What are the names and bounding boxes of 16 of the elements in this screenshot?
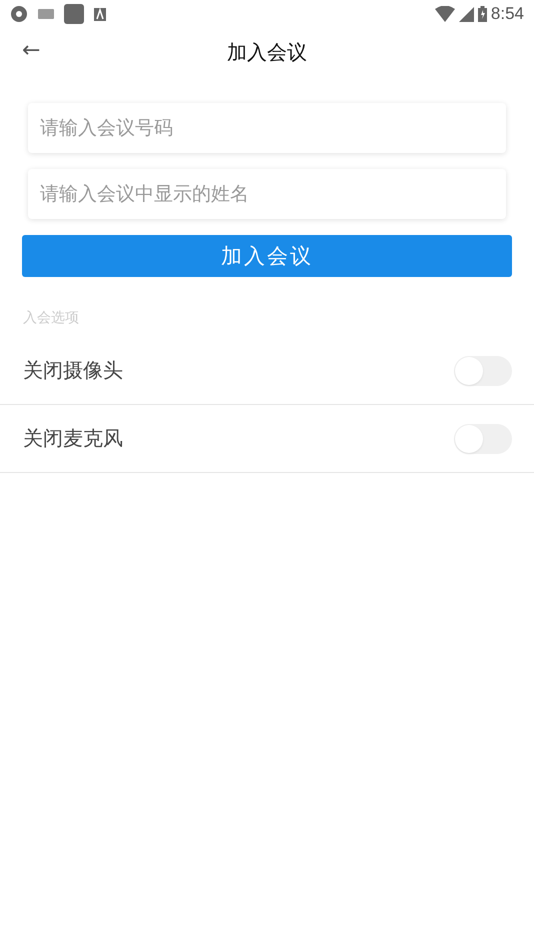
page-title: 加入会议 — [227, 38, 307, 66]
font-icon — [94, 8, 106, 20]
keyboard-icon — [38, 9, 54, 19]
back-button[interactable]: ← — [18, 36, 44, 65]
option-label: 关闭摄像头 — [23, 357, 123, 384]
join-meeting-button[interactable]: 加入会议 — [22, 235, 512, 277]
wifi-icon — [434, 6, 455, 22]
option-label: 关闭麦克风 — [23, 425, 123, 452]
input-field[interactable]: 请输入会议中显示的姓名 — [28, 169, 506, 219]
square-icon — [64, 4, 84, 24]
toggle-switch[interactable] — [454, 424, 512, 454]
status-time: 8:54 — [490, 4, 524, 24]
input-field[interactable]: 请输入会议号码 — [28, 103, 506, 153]
signal-icon — [458, 6, 474, 22]
toggle-switch[interactable] — [454, 356, 512, 386]
battery-icon — [478, 6, 487, 22]
